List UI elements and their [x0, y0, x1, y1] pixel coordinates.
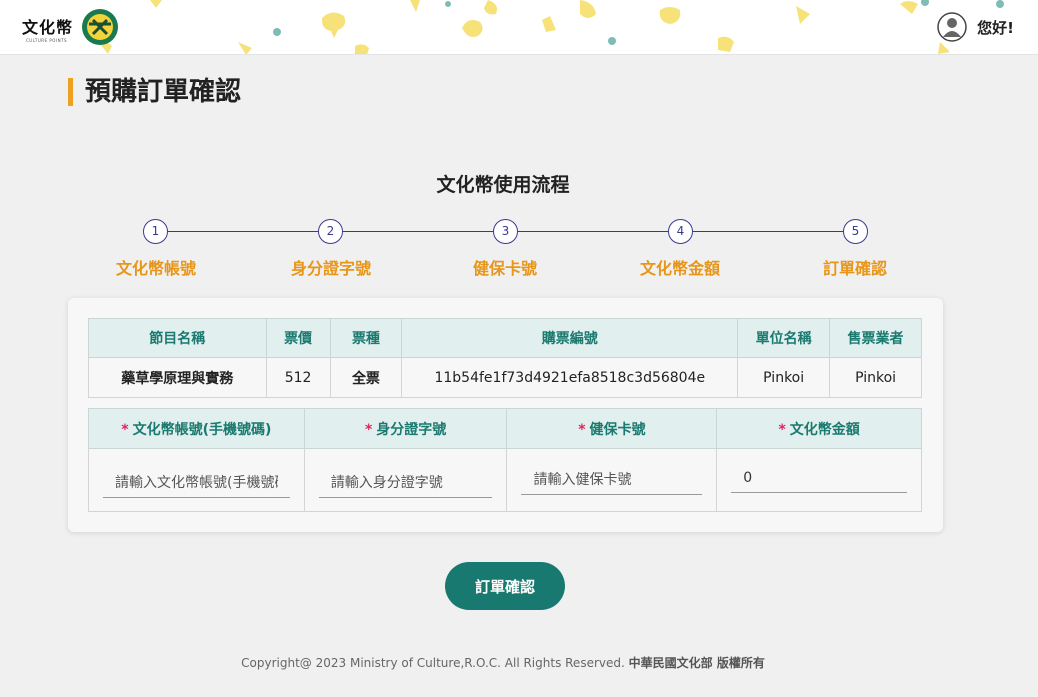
cell-order-number: 11b54fe1f73d4921efa8518c3d56804e — [401, 357, 739, 398]
form-inputs-row — [88, 448, 922, 512]
col-ticket-type: 票種 — [329, 318, 403, 358]
cell-vendor: Pinkoi — [829, 357, 922, 398]
cell-organizer: Pinkoi — [737, 357, 831, 398]
label-amount: * 文化幣金額 — [716, 408, 922, 449]
step-4-label: 文化幣金額 — [639, 259, 720, 278]
payment-form-table: * 文化幣帳號(手機號碼) * 身分證字號 * 健保卡號 * 文化幣金額 — [88, 408, 922, 512]
step-5-label: 訂單確認 — [822, 259, 887, 278]
logo-subtitle: CULTURE POINTS — [26, 38, 68, 43]
footer-copyright: Copyright@ 2023 Ministry of Culture,R.O.… — [241, 656, 625, 670]
order-card: 節目名稱 票價 票種 購票編號 單位名稱 售票業者 藥草學原理與實務 512 全… — [68, 298, 943, 532]
col-organizer: 單位名稱 — [737, 318, 831, 358]
required-mark: * — [121, 421, 129, 438]
account-input[interactable] — [103, 468, 290, 498]
cell-ticket-type: 全票 — [329, 357, 403, 398]
label-id-number: * 身分證字號 — [303, 408, 508, 449]
account-cell — [88, 448, 305, 512]
required-mark: * — [364, 421, 373, 438]
required-mark: * — [778, 421, 786, 438]
page-title: 預購訂單確認 — [68, 78, 241, 106]
col-price: 票價 — [265, 318, 331, 358]
order-table-header: 節目名稱 票價 票種 購票編號 單位名稱 售票業者 — [88, 318, 922, 358]
id-number-label: 身分證字號 — [376, 421, 447, 438]
label-health-card: * 健保卡號 — [506, 408, 718, 449]
step-2-circle: 2 — [318, 219, 343, 244]
footer: Copyright@ 2023 Ministry of Culture,R.O.… — [0, 654, 1006, 671]
form-header: * 文化幣帳號(手機號碼) * 身分證字號 * 健保卡號 * 文化幣金額 — [88, 408, 922, 449]
step-1-circle: 1 — [143, 219, 168, 244]
step-4-circle: 4 — [668, 219, 693, 244]
step-3-label: 健保卡號 — [472, 259, 537, 278]
order-table: 節目名稱 票價 票種 購票編號 單位名稱 售票業者 藥草學原理與實務 512 全… — [88, 318, 922, 398]
user-avatar-icon — [937, 12, 967, 42]
step-3-circle: 3 — [493, 219, 518, 244]
label-account: * 文化幣帳號(手機號碼) — [88, 408, 305, 449]
cell-program-name: 藥草學原理與實務 — [88, 357, 267, 398]
required-mark: * — [578, 421, 586, 438]
col-program-name: 節目名稱 — [88, 318, 267, 358]
step-1-label: 文化幣帳號 — [115, 259, 196, 278]
health-card-input[interactable] — [521, 465, 703, 495]
table-row: 藥草學原理與實務 512 全票 11b54fe1f73d4921efa8518c… — [88, 357, 922, 398]
top-header: 文化幣 CULTURE POINTS 您好! — [0, 0, 1038, 55]
col-vendor: 售票業者 — [829, 318, 922, 358]
account-label: 文化幣帳號(手機號碼) — [132, 421, 272, 438]
col-order-number: 購票編號 — [401, 318, 739, 358]
amount-input[interactable] — [731, 463, 907, 493]
confirm-order-button[interactable]: 訂單確認 — [445, 562, 565, 610]
health-card-label: 健保卡號 — [589, 421, 646, 438]
health-card-cell — [506, 448, 718, 512]
amount-label: 文化幣金額 — [789, 421, 860, 438]
logo-text: 文化幣 — [22, 18, 74, 37]
id-number-cell — [303, 448, 508, 512]
cell-price: 512 — [265, 357, 331, 398]
logo[interactable]: 文化幣 CULTURE POINTS — [22, 8, 122, 48]
footer-owner: 中華民國文化部 版權所有 — [628, 656, 765, 670]
id-number-input[interactable] — [318, 468, 493, 498]
flow-title: 文化幣使用流程 — [436, 174, 570, 196]
amount-cell — [716, 448, 922, 512]
step-2-label: 身分證字號 — [290, 259, 371, 278]
step-5-circle: 5 — [843, 219, 868, 244]
user-greeting: 您好! — [977, 18, 1014, 37]
culture-coin-logo-icon — [82, 9, 118, 45]
user-menu[interactable]: 您好! — [937, 11, 1014, 43]
header-decoration — [100, 0, 1004, 54]
